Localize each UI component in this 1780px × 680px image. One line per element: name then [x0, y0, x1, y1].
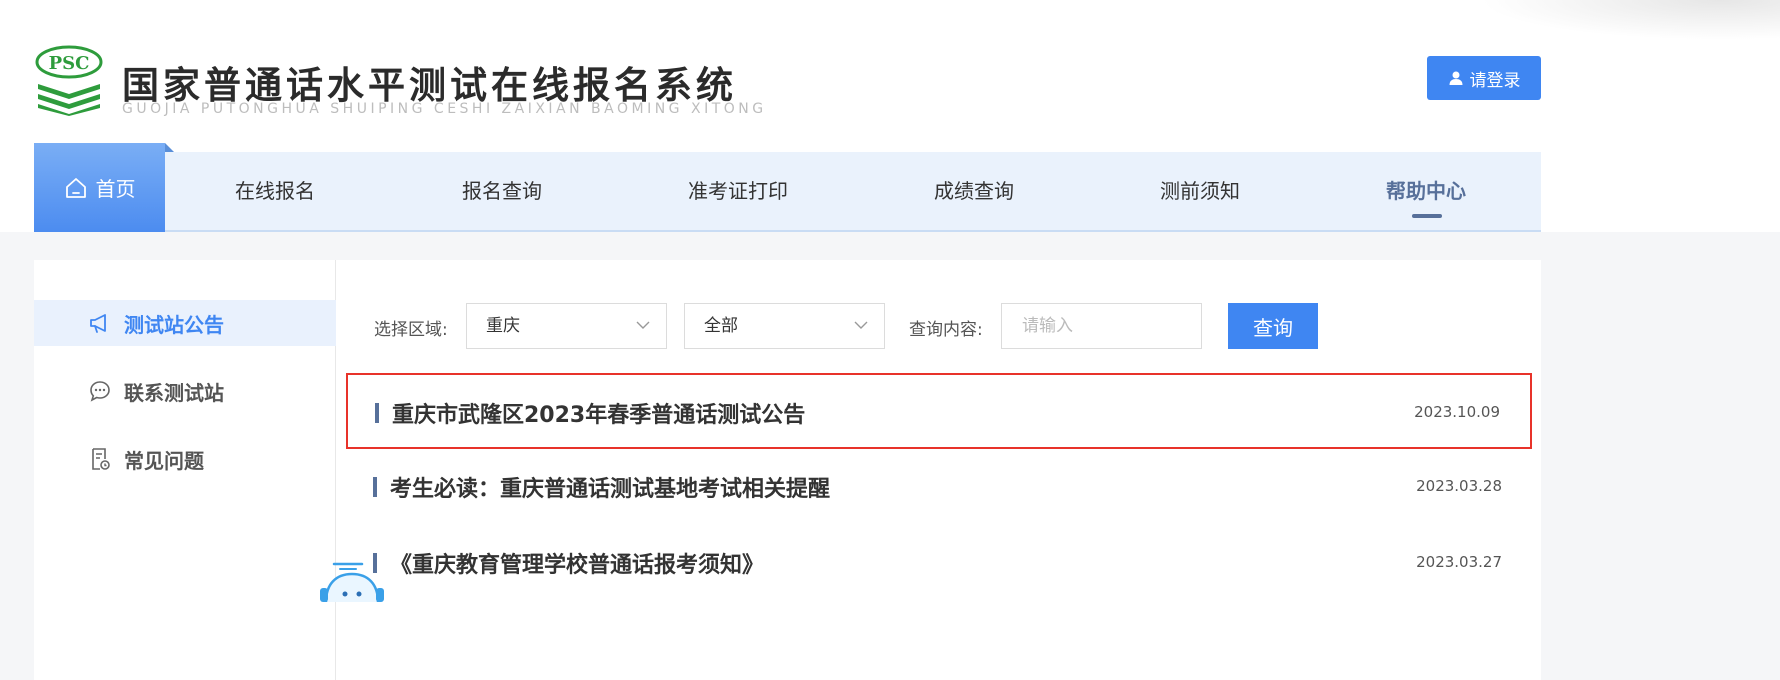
row-marker [373, 477, 377, 497]
nav-item-help-center[interactable]: 帮助中心 [1386, 152, 1466, 230]
chevron-down-icon [854, 321, 868, 329]
query-input[interactable] [1001, 303, 1202, 349]
home-icon [65, 177, 86, 198]
nav-item-home[interactable]: 首页 [34, 143, 165, 232]
query-button[interactable]: 查询 [1228, 303, 1318, 349]
assistant-robot-icon[interactable] [318, 558, 386, 602]
announcement-title[interactable]: 《重庆教育管理学校普通话报考须知》 [390, 547, 764, 579]
row-marker [375, 403, 379, 423]
nav-home-label: 首页 [95, 177, 136, 201]
sidebar-item-faq[interactable]: 常见问题 [34, 436, 336, 482]
announcement-row[interactable]: 考生必读：重庆普通话测试基地考试相关提醒 2023.03.28 [346, 449, 1532, 525]
sidebar-item-announcements[interactable]: 测试站公告 [34, 300, 336, 346]
announcement-title[interactable]: 重庆市武隆区2023年春季普通话测试公告 [392, 397, 805, 429]
chevron-down-icon [636, 321, 650, 329]
sidebar-item-label: 联系测试站 [124, 380, 224, 405]
site-subtitle: GUOJIA PUTONGHUA SHUIPING CESHI ZAIXIAN … [122, 101, 767, 117]
announcement-date: 2023.03.27 [1416, 553, 1502, 571]
announcement-row[interactable]: 《重庆教育管理学校普通话报考须知》 2023.03.27 [346, 525, 1532, 601]
nav-item-registration-query[interactable]: 报名查询 [462, 152, 542, 230]
site-header: PSC 国家普通话水平测试在线报名系统 GUOJIA PUTONGHUA SHU… [0, 0, 1780, 150]
nav-item-score-query[interactable]: 成绩查询 [934, 152, 1014, 230]
region-select-value: 重庆 [486, 316, 520, 336]
main-nav: 首页 在线报名 报名查询 准考证打印 成绩查询 测前须知 帮助中心 [34, 143, 1541, 232]
sidebar-item-label: 测试站公告 [124, 312, 224, 337]
announcement-title[interactable]: 考生必读：重庆普通话测试基地考试相关提醒 [390, 471, 830, 503]
nav-home-fold [165, 143, 174, 152]
nav-active-underline [1412, 214, 1442, 218]
logo-text: PSC [49, 53, 90, 74]
sidebar: 测试站公告 联系测试站 常见问题 [34, 260, 336, 680]
announcement-row[interactable]: 重庆市武隆区2023年春季普通话测试公告 2023.10.09 [346, 373, 1532, 449]
megaphone-icon [90, 314, 106, 333]
announcement-date: 2023.03.28 [1416, 477, 1502, 495]
district-select[interactable]: 全部 [684, 303, 885, 349]
nav-item-pretest-notice[interactable]: 测前须知 [1160, 152, 1240, 230]
document-icon [92, 448, 110, 470]
sidebar-item-label: 常见问题 [124, 448, 204, 473]
chat-icon [90, 381, 110, 402]
region-label: 选择区域: [374, 320, 448, 340]
user-icon [1449, 71, 1462, 85]
announcement-date: 2023.10.09 [1414, 403, 1500, 421]
district-select-value: 全部 [704, 316, 738, 336]
sidebar-item-contact[interactable]: 联系测试站 [34, 368, 336, 414]
login-label: 请登录 [1469, 70, 1521, 91]
nav-item-online-registration[interactable]: 在线报名 [235, 152, 315, 230]
region-select[interactable]: 重庆 [466, 303, 667, 349]
query-label: 查询内容: [909, 320, 983, 340]
login-button[interactable]: 请登录 [1427, 56, 1541, 100]
psc-logo: PSC [35, 45, 103, 116]
nav-item-admission-print[interactable]: 准考证打印 [688, 152, 788, 230]
